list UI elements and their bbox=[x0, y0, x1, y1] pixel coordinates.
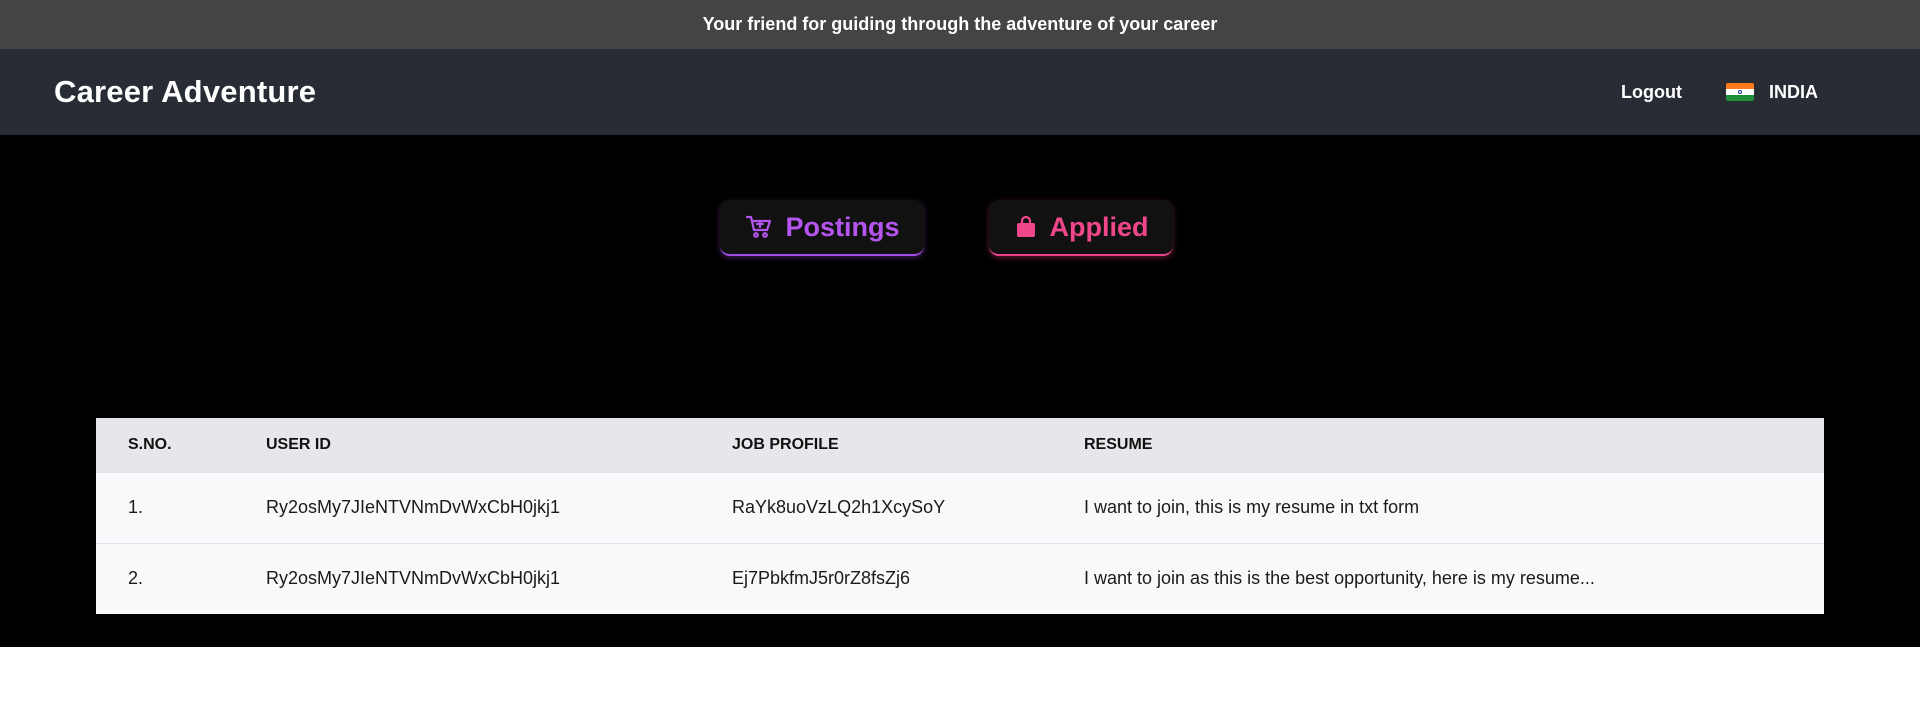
table-row: 2. Ry2osMy7JIeNTVNmDvWxCbH0jkj1 Ej7Pbkfm… bbox=[96, 543, 1824, 614]
cell-job-profile: Ej7PbkfmJ5r0rZ8fsZj6 bbox=[732, 568, 911, 589]
main-content: Postings Applied S.NO. USER ID JOB PROFI… bbox=[0, 135, 1920, 647]
cell-resume: I want to join, this is my resume in txt… bbox=[1084, 497, 1420, 517]
cart-icon bbox=[746, 215, 772, 239]
cell-user-id: Ry2osMy7JIeNTVNmDvWxCbH0jkj1 bbox=[266, 568, 561, 589]
nav-right: Logout INDIA bbox=[1621, 49, 1818, 135]
header-resume: RESUME bbox=[1084, 435, 1153, 453]
cell-sno: 1. bbox=[128, 497, 144, 517]
header-job-profile: JOB PROFILE bbox=[732, 435, 839, 453]
shopping-bag-icon bbox=[1015, 215, 1037, 239]
header-sno: S.NO. bbox=[128, 435, 172, 453]
navbar: Career Adventure Logout INDIA bbox=[0, 49, 1920, 135]
cell-sno: 2. bbox=[128, 568, 144, 589]
country-name: INDIA bbox=[1769, 81, 1818, 102]
india-flag-icon bbox=[1726, 83, 1754, 101]
tab-applied-label: Applied bbox=[1049, 211, 1149, 242]
applications-table: S.NO. USER ID JOB PROFILE RESUME 1. Ry2o… bbox=[96, 418, 1824, 614]
brand-title[interactable]: Career Adventure bbox=[54, 74, 316, 110]
cell-user-id: Ry2osMy7JIeNTVNmDvWxCbH0jkj1 bbox=[266, 497, 561, 517]
table-row: 1. Ry2osMy7JIeNTVNmDvWxCbH0jkj1 RaYk8uoV… bbox=[96, 472, 1824, 543]
cell-job-profile: RaYk8uoVzLQ2h1XcySoY bbox=[732, 497, 946, 517]
tab-postings[interactable]: Postings bbox=[720, 200, 924, 256]
country-selector[interactable]: INDIA bbox=[1726, 82, 1818, 103]
cell-resume: I want to join as this is the best oppor… bbox=[1084, 568, 1595, 589]
logout-link[interactable]: Logout bbox=[1621, 82, 1682, 103]
tab-postings-label: Postings bbox=[785, 211, 900, 242]
header-user-id: USER ID bbox=[266, 435, 331, 453]
tab-applied[interactable]: Applied bbox=[988, 200, 1173, 256]
banner-text: Your friend for guiding through the adve… bbox=[702, 14, 1218, 34]
top-banner: Your friend for guiding through the adve… bbox=[0, 0, 1920, 49]
table-header-row: S.NO. USER ID JOB PROFILE RESUME bbox=[96, 418, 1824, 472]
tab-bar: Postings Applied bbox=[0, 200, 1920, 256]
